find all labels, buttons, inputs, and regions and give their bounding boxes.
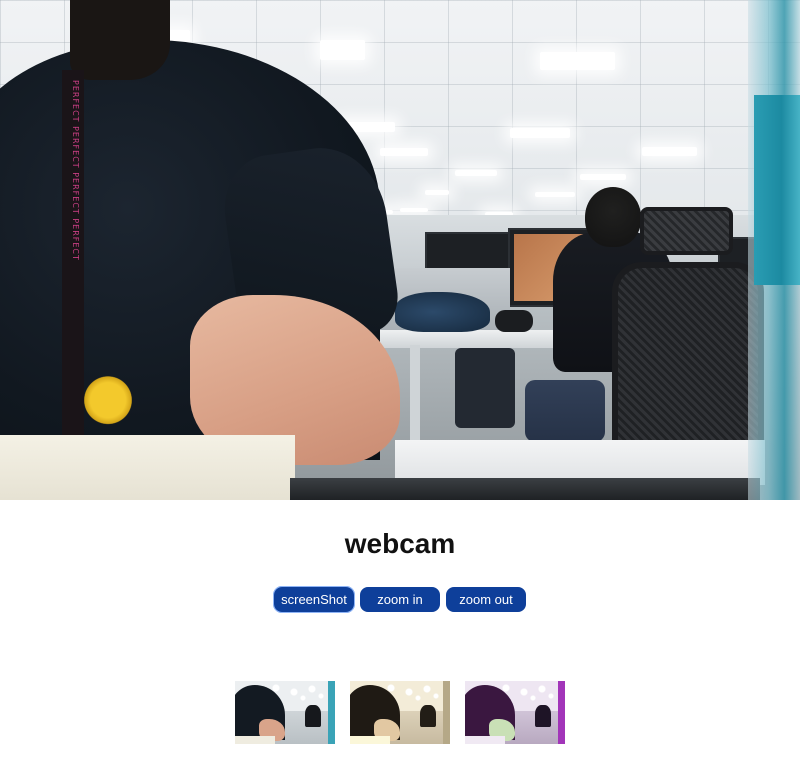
lanyard-text: PERFECT PERFECT PERFECT PERFECT bbox=[71, 80, 80, 261]
office-chair-back-seat bbox=[455, 348, 515, 428]
chair-headrest bbox=[640, 207, 733, 255]
screenshot-thumbnails bbox=[0, 681, 800, 744]
zoom-out-button[interactable]: zoom out bbox=[446, 587, 526, 612]
desk-leg bbox=[410, 345, 420, 440]
thumbnail-sepia[interactable] bbox=[350, 681, 450, 744]
coworker-head bbox=[585, 187, 641, 247]
screenshot-button[interactable]: screenShot bbox=[273, 586, 355, 613]
thumbnail-normal[interactable] bbox=[235, 681, 335, 744]
ceiling-light bbox=[425, 190, 449, 195]
zoom-in-button[interactable]: zoom in bbox=[360, 587, 440, 612]
bag bbox=[395, 292, 490, 332]
office-chair bbox=[612, 262, 764, 454]
coworker-legs bbox=[525, 380, 605, 442]
webcam-feed: PERFECT PERFECT PERFECT PERFECT bbox=[0, 0, 800, 500]
thumbnail-purple[interactable] bbox=[465, 681, 565, 744]
bottle-label bbox=[754, 95, 800, 285]
person-hair bbox=[70, 0, 170, 80]
desk-edge bbox=[290, 478, 760, 500]
ceiling-light bbox=[535, 192, 575, 197]
ceiling-light bbox=[540, 52, 615, 70]
bird-badge-icon bbox=[84, 375, 132, 431]
ceiling-light bbox=[320, 40, 365, 60]
ceiling-light bbox=[642, 147, 697, 156]
headphones bbox=[495, 310, 533, 332]
ceiling-light bbox=[380, 148, 428, 156]
ceiling-light bbox=[455, 170, 497, 176]
toolbar: screenShot zoom in zoom out bbox=[0, 586, 800, 613]
paper bbox=[0, 435, 295, 500]
ceiling-light bbox=[580, 174, 626, 180]
page-title: webcam bbox=[344, 528, 456, 559]
ceiling-light bbox=[400, 208, 428, 212]
ceiling-light bbox=[510, 128, 570, 138]
